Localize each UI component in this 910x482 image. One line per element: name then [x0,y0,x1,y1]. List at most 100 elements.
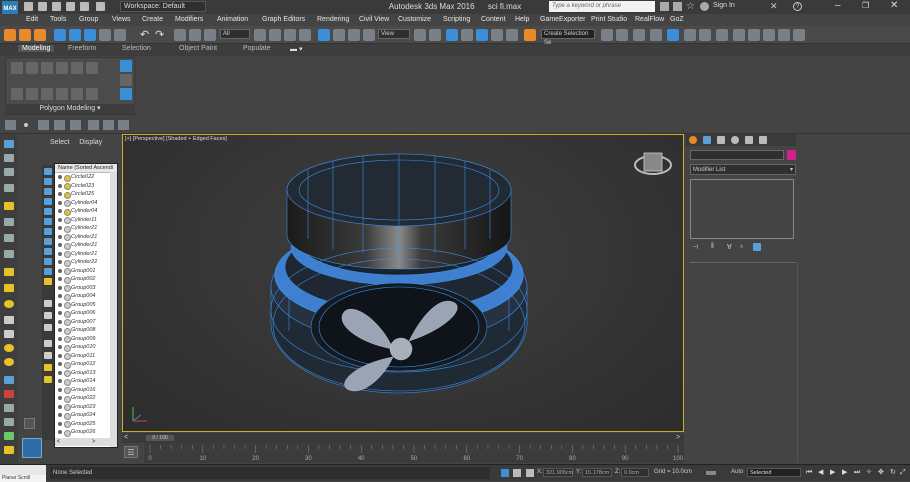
scene-row[interactable]: Group011 [55,352,117,360]
visibility-icon[interactable] [58,379,62,383]
selection-filter-dropdown[interactable]: All [220,29,250,39]
repeat-last-icon[interactable] [56,88,68,100]
modify-tab-icon[interactable] [703,136,711,144]
pin-stack-button[interactable]: ⊣ [692,243,700,251]
reference-coord-dropdown[interactable]: View [378,29,410,39]
scene-row[interactable]: Group001 [55,267,117,275]
x-coordinate-field[interactable]: 321.906cm [543,468,573,477]
edit-named-sets-icon[interactable] [524,29,536,41]
show-end-result-button[interactable]: ‖ [711,243,719,251]
column-header-name[interactable]: Name (Sorted Ascendi [55,164,117,173]
y-coordinate-field[interactable]: 15.178cm [582,468,612,477]
zoom-icon[interactable]: ✧ [866,469,874,477]
scale-icon[interactable] [348,29,360,41]
scene-row[interactable]: Cylinder11 [55,216,117,224]
scene-row[interactable]: Group012 [55,360,117,369]
curve-editor-icon[interactable] [684,29,696,41]
utilities-tab-icon[interactable] [759,136,767,144]
subscription-icon[interactable] [673,2,682,11]
material-editor-icon[interactable] [716,29,728,41]
modifier-stack[interactable] [690,179,794,239]
orbit-icon[interactable]: ↻ [890,469,898,477]
modify-mode-icon[interactable] [11,62,23,74]
box-icon[interactable] [4,316,14,324]
goto-end-button[interactable]: ⏭ [854,469,862,477]
visibility-icon[interactable] [58,226,62,230]
snapshot-icon[interactable] [5,120,16,130]
modifier-list-dropdown[interactable]: Modifier List ▾ [690,164,796,175]
layer-add-icon[interactable] [84,29,96,41]
scene-row[interactable]: Group023 [55,403,117,411]
make-unique-button[interactable]: ∀ [727,243,735,251]
slider-left-arrow[interactable]: < [124,434,128,441]
unlink-icon[interactable] [189,29,201,41]
favorites-icon[interactable]: ☆ [686,1,695,12]
scene-row[interactable]: Cylinder21 [55,233,117,241]
light-icon[interactable] [4,202,14,210]
scene-row[interactable]: Group026 [55,428,117,437]
scene-row[interactable]: Group025 [55,420,117,428]
menu-views[interactable]: Views [112,16,131,23]
filter-all-icon[interactable] [44,300,52,307]
scene-row[interactable]: Group013 [55,369,117,377]
pivot-center-icon[interactable] [414,29,426,41]
bind-space-warp-icon[interactable] [204,29,216,41]
visibility-icon[interactable] [58,413,62,417]
time-slider[interactable] [122,433,684,443]
visibility-icon[interactable] [58,404,62,409]
visibility-icon[interactable] [58,362,62,366]
visibility-icon[interactable] [58,353,62,358]
scene-explorer-icon[interactable] [4,140,14,148]
scene-row[interactable]: Circle025 [55,190,117,199]
sun-icon[interactable] [4,344,14,352]
hide-icon[interactable] [4,184,14,192]
menu-customize[interactable]: Customize [398,16,431,23]
container-inherit-icon[interactable] [34,29,46,41]
visibility-icon[interactable] [58,209,62,213]
pan-icon[interactable]: ✥ [878,469,886,477]
sphere-icon[interactable] [4,300,14,308]
visibility-icon[interactable] [58,302,62,307]
toggle-layer-explorer-icon[interactable] [650,29,662,41]
visibility-icon[interactable] [58,319,62,324]
spinner-snap-icon[interactable] [506,29,518,41]
polygon-icon[interactable] [71,62,83,74]
scene-row[interactable]: Group008 [55,326,117,335]
scene-row[interactable]: Cylinder22 [55,258,117,267]
visibility-icon[interactable] [58,234,62,239]
visibility-icon[interactable] [58,277,62,281]
set-key-filter-dropdown[interactable]: Selected [747,468,801,477]
render-setup-icon[interactable] [733,29,745,41]
scene-row[interactable]: Group003 [55,284,117,292]
z-coordinate-field[interactable]: 0.0cm [621,468,649,477]
isolate-selection-icon[interactable] [501,469,509,477]
goto-start-button[interactable]: ⏮ [806,469,814,477]
visibility-icon[interactable] [58,200,62,205]
perspective-viewport[interactable]: [+] [Perspective] [Shaded + Edged Faces] [122,134,684,432]
select-manipulate-icon[interactable] [429,29,441,41]
schematic-view-icon[interactable] [699,29,711,41]
scene-row[interactable]: Group007 [55,318,117,326]
toggle-end-result-icon[interactable] [120,74,132,86]
filter-containers-icon[interactable] [44,258,52,265]
preserve-uvs-icon[interactable] [41,88,53,100]
group-icon[interactable] [4,404,14,412]
next-frame-button[interactable]: ▶ [842,469,850,477]
shape-icon[interactable] [4,268,14,276]
cone-icon[interactable] [4,330,14,338]
visibility-icon[interactable] [58,336,62,341]
filter-cameras-icon[interactable] [44,198,52,205]
xref-icon[interactable] [4,390,14,398]
prev-frame-button[interactable]: ◀ [818,469,826,477]
mini-curve-editor-icon[interactable]: ☰ [124,446,138,458]
snap-3d-icon[interactable] [461,29,473,41]
filter-invert-icon[interactable] [44,324,52,331]
motion-tab-icon[interactable] [731,136,739,144]
link-icon[interactable] [174,29,186,41]
point-icon[interactable] [24,123,28,127]
select-by-name-icon[interactable] [269,29,281,41]
plant-icon[interactable] [4,432,14,440]
pin-stack-icon[interactable] [120,88,132,100]
scene-row[interactable]: Group016 [55,386,117,394]
bone-icon[interactable] [4,376,14,384]
